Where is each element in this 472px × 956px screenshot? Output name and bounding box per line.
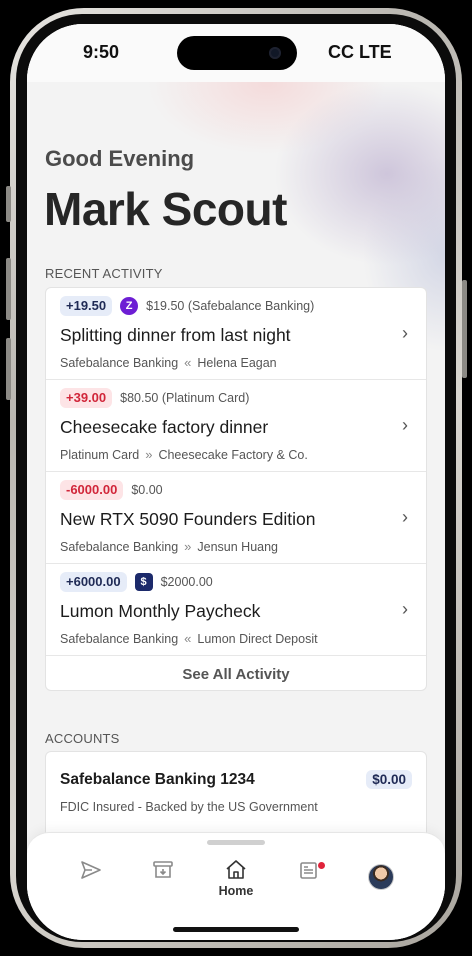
double-chevron-right-icon: » — [145, 447, 153, 462]
amount-badge: +6000.00 — [60, 572, 127, 592]
route-from: Safebalance Banking — [60, 355, 179, 370]
inbox-download-icon — [153, 861, 173, 878]
camera-icon — [269, 47, 281, 59]
account-name: Safebalance Banking 1234 — [60, 771, 255, 788]
route-to: Cheesecake Factory & Co. — [158, 447, 308, 462]
activity-meta: +39.00 $80.50 (Platinum Card) — [60, 388, 249, 408]
send-icon — [81, 861, 101, 879]
activity-meta: -6000.00 $0.00 — [60, 480, 163, 500]
status-carrier: CC LTE — [328, 42, 392, 62]
volume-up-button — [6, 258, 11, 320]
tab-profile[interactable] — [351, 858, 411, 902]
tab-send[interactable] — [61, 858, 121, 902]
activity-row[interactable]: +6000.00 $ $2000.00 Lumon Monthly Payche… — [46, 564, 426, 656]
route-from: Platinum Card — [60, 447, 140, 462]
page-title: Mark Scout — [44, 183, 287, 235]
route-to: Lumon Direct Deposit — [197, 631, 318, 646]
activity-meta: +6000.00 $ $2000.00 — [60, 572, 213, 592]
newspaper-icon — [300, 862, 317, 879]
amount-note: $2000.00 — [160, 575, 213, 589]
tab-home-label: Home — [218, 884, 254, 898]
double-chevron-right-icon: » — [184, 539, 192, 554]
greeting: Good Evening — [45, 146, 195, 171]
activity-route: Safebalance Banking « Lumon Direct Depos… — [60, 631, 318, 646]
tab-deposit[interactable] — [133, 858, 193, 902]
activity-row[interactable]: -6000.00 $0.00 New RTX 5090 Founders Edi… — [46, 472, 426, 564]
activity-route: Platinum Card » Cheesecake Factory & Co. — [60, 447, 308, 462]
recent-activity-heading: RECENT ACTIVITY — [45, 266, 163, 281]
route-from: Safebalance Banking — [60, 631, 179, 646]
activity-title: Splitting dinner from last night — [60, 325, 291, 345]
see-all-activity-button[interactable]: See All Activity — [46, 656, 426, 690]
notification-dot — [318, 862, 325, 869]
route-to: Jensun Huang — [197, 539, 279, 554]
route-to: Helena Eagan — [197, 355, 277, 370]
home-indicator — [173, 927, 299, 932]
screen: 9:50 CC LTE Good Evening Mark Scout RECE… — [27, 24, 445, 940]
amount-badge: +19.50 — [60, 296, 113, 316]
chevron-right-icon: › — [402, 415, 408, 435]
recent-activity-card: +19.50 Z $19.50 (Safebalance Banking) Sp… — [45, 287, 427, 691]
sheet-grabber[interactable] — [207, 840, 265, 845]
activity-title: Lumon Monthly Paycheck — [60, 601, 261, 621]
dynamic-island — [177, 36, 297, 70]
account-subtitle: FDIC Insured - Backed by the US Governme… — [60, 800, 318, 814]
status-time: 9:50 — [83, 42, 120, 62]
action-button — [6, 186, 11, 222]
tab-news[interactable] — [279, 858, 339, 902]
amount-note: $19.50 (Safebalance Banking) — [146, 299, 315, 313]
account-balance-badge: $0.00 — [366, 770, 412, 789]
activity-title: Cheesecake factory dinner — [60, 417, 269, 437]
home-icon — [226, 860, 246, 879]
double-chevron-left-icon: « — [184, 355, 192, 370]
chevron-right-icon: › — [402, 599, 408, 619]
amount-note: $0.00 — [131, 483, 163, 497]
activity-title: New RTX 5090 Founders Edition — [60, 509, 316, 529]
status-bar: 9:50 CC LTE — [27, 24, 445, 82]
amount-note: $80.50 (Platinum Card) — [120, 391, 250, 405]
bank-icon: $ — [134, 573, 153, 591]
volume-down-button — [6, 338, 11, 400]
avatar — [368, 864, 394, 890]
activity-route: Safebalance Banking » Jensun Huang — [60, 539, 278, 554]
activity-meta: +19.50 Z $19.50 (Safebalance Banking) — [60, 296, 314, 316]
activity-route: Safebalance Banking « Helena Eagan — [60, 355, 277, 370]
activity-row[interactable]: +39.00 $80.50 (Platinum Card) Cheesecake… — [46, 380, 426, 472]
account-card[interactable]: Safebalance Banking 1234 $0.00 FDIC Insu… — [45, 751, 427, 841]
accounts-heading: ACCOUNTS — [45, 731, 120, 746]
route-from: Safebalance Banking — [60, 539, 179, 554]
chevron-right-icon: › — [402, 323, 408, 343]
amount-badge: +39.00 — [60, 388, 113, 408]
activity-row[interactable]: +19.50 Z $19.50 (Safebalance Banking) Sp… — [46, 288, 426, 380]
tab-home[interactable]: Home — [206, 858, 266, 902]
tab-bar: Home — [27, 832, 445, 940]
zelle-icon: Z — [120, 297, 139, 315]
double-chevron-left-icon: « — [184, 631, 192, 646]
power-button — [462, 280, 467, 378]
chevron-right-icon: › — [402, 507, 408, 527]
amount-badge: -6000.00 — [60, 480, 124, 500]
